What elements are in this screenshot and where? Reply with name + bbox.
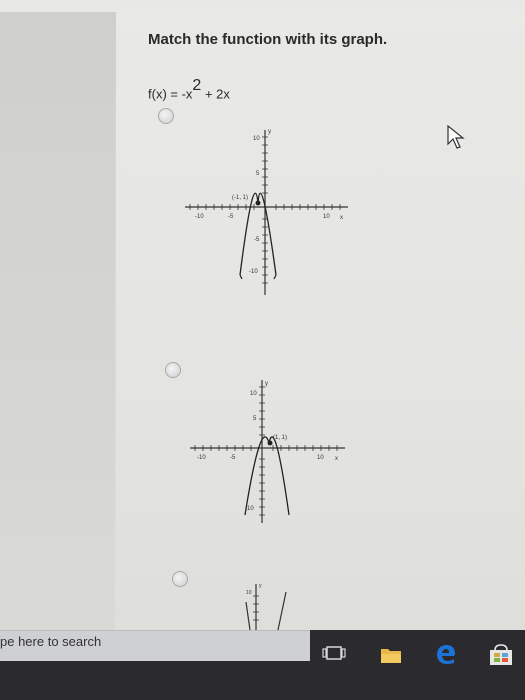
- y-tick-neg: -10: [245, 506, 254, 512]
- option-3-graph: y 10: [245, 583, 287, 630]
- y-axis-label: y: [259, 583, 262, 589]
- x-tick-pos: 10: [323, 214, 330, 220]
- edge-browser-icon[interactable]: [435, 643, 457, 665]
- store-icon[interactable]: [488, 644, 514, 666]
- y-tick-mid: 5: [256, 171, 260, 177]
- x-tick-pos: 10: [317, 455, 324, 461]
- mouse-pointer-icon: [447, 124, 465, 149]
- y-axis-label: y: [268, 129, 271, 135]
- taskbar-search-box[interactable]: pe here to search: [0, 630, 310, 661]
- function-exponent: 2: [192, 77, 202, 94]
- x-tick-neg: -10: [195, 214, 204, 220]
- x-tick-neg: -10: [197, 455, 206, 461]
- top-header-strip: [0, 0, 525, 12]
- left-margin: [0, 0, 115, 630]
- vertex-label: (-1, 1): [232, 195, 248, 201]
- curve-left-branch: [245, 601, 251, 630]
- file-explorer-icon[interactable]: [380, 646, 402, 664]
- option-3-radio[interactable]: [172, 571, 188, 587]
- x-axis-label: x: [335, 456, 338, 462]
- y-tick-top: 10: [250, 391, 257, 397]
- y-tick-neg: -10: [249, 269, 258, 275]
- function-label: f(x) = -x2 + 2x: [148, 77, 230, 102]
- y-tick-neg-mid: -5: [254, 237, 260, 243]
- parabola-curve: [239, 192, 277, 276]
- curve-right-branch: [277, 591, 287, 630]
- y-axis-label: y: [265, 381, 268, 387]
- option-2-radio[interactable]: [165, 362, 181, 378]
- question-title: Match the function with its graph.: [148, 31, 388, 48]
- x-axis-label: x: [340, 215, 343, 221]
- option-1-radio[interactable]: [158, 108, 174, 124]
- option-2-graph: y x 10 5 -10 -5 10 -10 (1, 1): [190, 380, 345, 523]
- search-placeholder: pe here to search: [0, 634, 102, 649]
- task-view-icon[interactable]: [322, 644, 346, 662]
- y-tick-mid: 5: [253, 416, 257, 422]
- y-tick-top: 10: [253, 136, 260, 142]
- taskbar: pe here to search: [0, 630, 525, 700]
- option-1-graph: y x 10 5 -10 -5 10 -5 -10 (-1, 1): [185, 129, 348, 295]
- x-tick-mid-neg: -5: [230, 455, 236, 461]
- vertex-label: (1, 1): [273, 435, 287, 441]
- x-tick-mid-neg: -5: [228, 214, 234, 220]
- y-tick-top: 10: [246, 590, 252, 596]
- microphone-icon[interactable]: [278, 642, 292, 662]
- function-suffix: + 2x: [201, 86, 230, 102]
- function-prefix: f(x) = -x: [148, 86, 193, 102]
